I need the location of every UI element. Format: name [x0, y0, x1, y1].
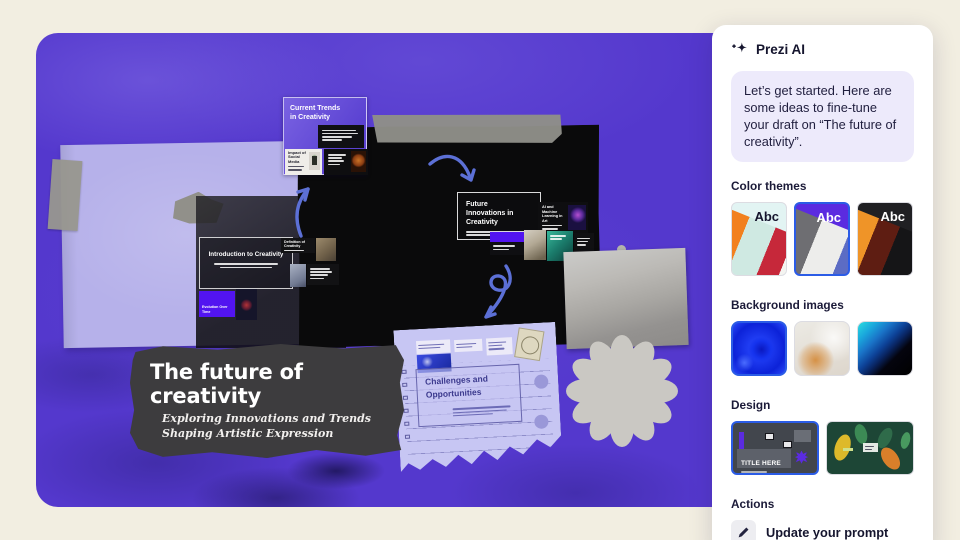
presentation-subtitle: Exploring Innovations and Trends Shaping… — [162, 412, 400, 442]
flower-sticker[interactable] — [564, 333, 680, 449]
background-blue-flower-selected[interactable] — [731, 321, 787, 376]
stamp-sticker — [514, 327, 544, 361]
app: Current Trends in Creativity Impact of S… — [0, 0, 960, 540]
background-images-label: Background images — [731, 298, 914, 312]
hero-title-panel[interactable]: The future of creativity Exploring Innov… — [130, 344, 404, 458]
frame-challenges-notepad[interactable]: Challenges and Opportunities — [393, 322, 562, 472]
color-themes-label: Color themes — [731, 179, 914, 193]
tape-strip-top — [370, 110, 563, 147]
assistant-message: Let’s get started. Here are some ideas t… — [731, 71, 914, 162]
subtopic-card-purple[interactable] — [490, 232, 524, 255]
small-photo — [316, 238, 336, 261]
design-dark-board-selected[interactable]: TITLE HERE — [731, 421, 819, 475]
phone-image — [309, 152, 320, 170]
prezi-ai-panel: Prezi AI Let’s get started. Here are som… — [712, 25, 933, 540]
leaf-shape — [899, 431, 912, 450]
actions-label: Actions — [731, 497, 914, 511]
design-label: Design — [731, 398, 914, 412]
frame-introduction[interactable]: Introduction to Creativity — [199, 237, 293, 289]
subtopic-card-trends[interactable] — [324, 149, 368, 175]
pencil-icon — [731, 520, 756, 540]
tape-piece-left — [48, 159, 83, 231]
subtopic-card-evolution[interactable]: Evolution Over Time — [199, 291, 235, 317]
leaf-shape — [853, 422, 869, 444]
small-photo — [290, 264, 306, 287]
frame-title: Current Trends in Creativity — [290, 105, 348, 123]
color-theme-light[interactable]: Abc — [731, 202, 787, 276]
presentation-title: The future of creativity — [150, 361, 320, 408]
ai-art-image — [568, 205, 586, 230]
note-label — [454, 339, 483, 352]
note-label — [416, 339, 451, 354]
frame-title: Introduction to Creativity — [200, 251, 292, 258]
color-theme-purple-selected[interactable]: Abc — [794, 202, 850, 276]
subtopic-text-card[interactable] — [307, 264, 339, 285]
background-beige-abstract[interactable] — [794, 321, 850, 376]
panel-title: Prezi AI — [756, 42, 805, 57]
orange-artwork-image — [351, 151, 366, 172]
color-theme-dark[interactable]: Abc — [857, 202, 913, 276]
design-green-leaves[interactable] — [826, 421, 914, 475]
subtopic-card-definition[interactable]: Definition of Creativity — [281, 238, 315, 253]
frame-current-trends[interactable]: Current Trends in Creativity Impact of S… — [283, 97, 367, 175]
background-image-options — [731, 321, 914, 376]
subtopic-card-social-media[interactable]: Impact of Social Media — [285, 149, 322, 175]
update-prompt-action[interactable]: Update your prompt — [731, 520, 914, 540]
note-label — [486, 337, 513, 355]
challenges-title-box[interactable]: Challenges and Opportunities — [415, 364, 522, 427]
background-dark-geometric[interactable] — [857, 321, 913, 376]
purple-bloom-shape — [795, 451, 808, 464]
design-options: TITLE HERE — [731, 421, 914, 475]
hands-photo — [524, 230, 546, 260]
color-theme-options: Abc Abc Abc — [731, 202, 914, 276]
portrait-image — [236, 289, 257, 320]
presentation-canvas[interactable]: Current Trends in Creativity Impact of S… — [36, 33, 738, 507]
body-text-block — [318, 125, 364, 148]
panel-header: Prezi AI — [731, 41, 914, 58]
sparkle-icon — [731, 41, 748, 58]
